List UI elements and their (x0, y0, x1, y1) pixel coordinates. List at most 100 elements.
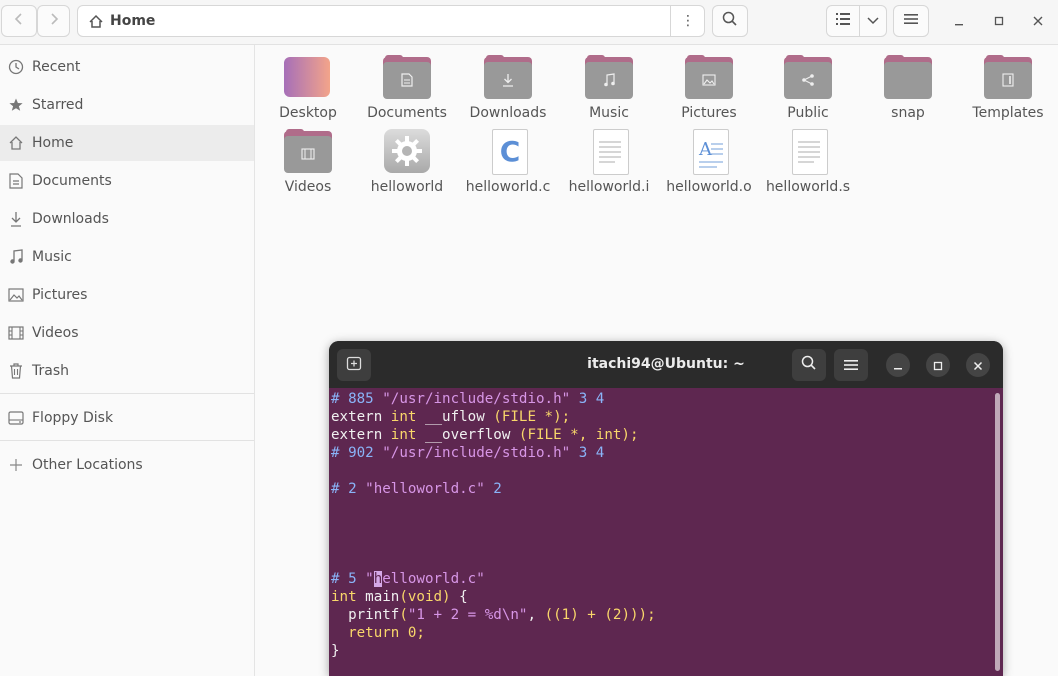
templates-folder-icon (984, 55, 1032, 99)
terminal-close-button[interactable] (966, 353, 990, 377)
code-token: int (331, 589, 357, 605)
file-item-desktop[interactable]: Desktop (260, 55, 356, 122)
code-token: elloworld.c" (382, 571, 485, 587)
sidebar-item-trash[interactable]: Trash (0, 353, 254, 389)
file-item-documents[interactable]: Documents (359, 55, 455, 122)
forward-button[interactable] (37, 5, 70, 37)
view-toggle-button[interactable] (826, 5, 860, 37)
sidebar-item-label: Documents (32, 173, 112, 189)
desktop-folder-icon (284, 55, 332, 99)
sidebar-item-recent[interactable]: Recent (0, 49, 254, 85)
sidebar-item-documents[interactable]: Documents (0, 163, 254, 199)
sidebar-item-label: Pictures (32, 287, 88, 303)
file-item-helloworld-s[interactable]: helloworld.s (760, 129, 856, 196)
chevron-down-icon (867, 13, 879, 29)
file-item-snap[interactable]: snap (860, 55, 956, 122)
view-options-button[interactable] (859, 5, 887, 37)
file-item-downloads[interactable]: Downloads (460, 55, 556, 122)
file-name: helloworld (370, 179, 444, 195)
close-button[interactable] (1027, 11, 1049, 33)
file-item-helloworld-o[interactable]: A helloworld.o (661, 129, 757, 196)
terminal-minimize-button[interactable] (886, 353, 910, 377)
terminal-line: int main(void) { (331, 588, 656, 606)
file-name: Templates (972, 105, 1044, 121)
sidebar-item-floppy-disk[interactable]: Floppy Disk (0, 400, 254, 436)
file-name: Pictures (681, 105, 737, 121)
file-name: helloworld.s (765, 179, 851, 195)
file-item-templates[interactable]: Templates (960, 55, 1056, 122)
trash-icon (8, 363, 24, 379)
more-options-icon[interactable]: ⋮ (676, 10, 700, 32)
sidebar-item-label: Home (32, 135, 74, 151)
code-token: (FILE *, int); (518, 427, 639, 443)
code-token: # 5 (331, 571, 366, 587)
file-item-pictures[interactable]: Pictures (661, 55, 757, 122)
code-token: # 885 (331, 391, 383, 407)
sidebar-item-videos[interactable]: Videos (0, 315, 254, 351)
hamburger-menu-icon (904, 13, 918, 29)
sidebar-item-other-locations[interactable]: Other Locations (0, 447, 254, 483)
file-item-videos[interactable]: Videos (260, 129, 356, 196)
path-bar[interactable]: Home ⋮ (77, 5, 705, 37)
text-file-icon (784, 129, 832, 175)
videos-folder-icon (284, 129, 332, 173)
code-token: 0; (407, 625, 425, 641)
file-name: Music (589, 105, 629, 121)
sidebar-item-label: Downloads (32, 211, 109, 227)
code-token: { (450, 589, 468, 605)
maximize-button[interactable] (988, 11, 1010, 33)
code-token: ( (399, 607, 408, 623)
sidebar-item-downloads[interactable]: Downloads (0, 201, 254, 237)
file-item-music[interactable]: Music (561, 55, 657, 122)
terminal-content[interactable]: # 885 "/usr/include/stdio.h" 3 4 extern i… (329, 388, 1003, 676)
file-item-helloworld-i[interactable]: helloworld.i (561, 129, 657, 196)
sidebar-item-home[interactable]: Home (0, 125, 254, 161)
terminal-line: # 5 "helloworld.c" (331, 570, 656, 588)
sidebar-item-label: Starred (32, 97, 84, 113)
documents-folder-icon (383, 55, 431, 99)
close-icon (973, 356, 983, 375)
sidebar-item-starred[interactable]: Starred (0, 87, 254, 123)
main-menu-button[interactable] (893, 5, 929, 37)
snap-folder-icon (884, 55, 932, 99)
terminal-line: # 2 "helloworld.c" 2 (331, 480, 656, 498)
file-name: helloworld.o (666, 179, 752, 195)
terminal-search-button[interactable] (792, 349, 826, 381)
terminal-menu-button[interactable] (834, 349, 868, 381)
pictures-folder-icon (685, 55, 733, 99)
terminal-maximize-button[interactable] (926, 353, 950, 377)
sidebar-item-label: Videos (32, 325, 79, 341)
code-token: "/usr/include/stdio.h" (382, 445, 571, 461)
file-item-public[interactable]: Public (760, 55, 856, 122)
code-token: "helloworld.c" (365, 481, 485, 497)
minimize-button[interactable] (948, 11, 970, 33)
code-token: " (365, 571, 374, 587)
sidebar-item-music[interactable]: Music (0, 239, 254, 275)
path-label[interactable]: Home (110, 13, 155, 29)
code-token: extern (331, 427, 391, 443)
drive-icon (8, 410, 24, 426)
file-item-helloworld[interactable]: helloworld (359, 129, 455, 196)
sidebar-item-label: Music (32, 249, 72, 265)
path-separator (670, 6, 671, 36)
file-item-helloworld-c[interactable]: C helloworld.c (460, 129, 556, 196)
music-icon (8, 249, 24, 265)
terminal-window[interactable]: itachi94@Ubuntu: ~ # 885 "/usr/include/s… (329, 341, 1003, 676)
sidebar-item-label: Recent (32, 59, 81, 75)
code-token: (void) (399, 589, 451, 605)
terminal-line: printf("1 + 2 = %d\n", ((1) + (2))); (331, 606, 656, 624)
code-token: ((1) + (2))); (544, 607, 656, 623)
file-name: helloworld.c (465, 179, 551, 195)
search-icon (722, 11, 738, 31)
file-name: Documents (367, 105, 447, 121)
sidebar-item-pictures[interactable]: Pictures (0, 277, 254, 313)
search-button[interactable] (712, 5, 748, 37)
back-button[interactable] (1, 5, 37, 37)
file-name: snap (891, 105, 925, 121)
terminal-scrollbar[interactable] (995, 393, 1000, 671)
